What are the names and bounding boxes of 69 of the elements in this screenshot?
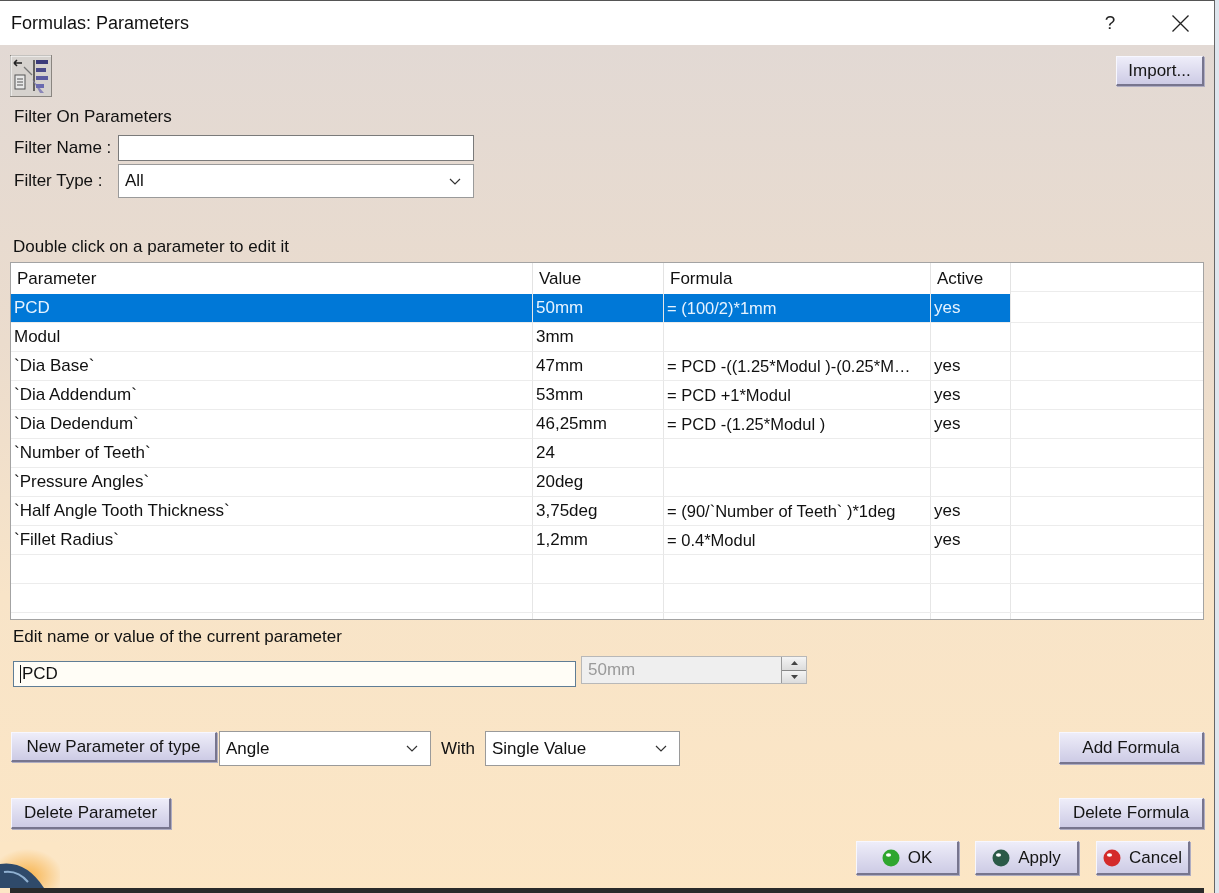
table-cell: = (100/2)*1mm bbox=[667, 298, 777, 318]
table-row[interactable]: `Number of Teeth` 24 bbox=[11, 439, 1011, 468]
table-caption: Double click on a parameter to edit it bbox=[13, 236, 290, 258]
filter-name-label: Filter Name : bbox=[14, 138, 113, 158]
tree-list-icon bbox=[10, 55, 52, 97]
table-cell: = 0.4*Modul bbox=[667, 530, 756, 550]
table-row[interactable]: PCD 50mm = (100/2)*1mm yes bbox=[11, 294, 1011, 323]
table-cell: Modul bbox=[14, 327, 61, 347]
table-cell: `Dia Base` bbox=[14, 356, 95, 376]
filter-heading: Filter On Parameters bbox=[14, 106, 173, 128]
table-cell: `Dia Dedendum` bbox=[14, 414, 139, 434]
table-cell: `Fillet Radius` bbox=[14, 530, 119, 550]
add-formula-button[interactable]: Add Formula bbox=[1059, 732, 1204, 764]
table-row[interactable]: Modul 3mm bbox=[11, 323, 1011, 352]
table-cell: = PCD +1*Modul bbox=[667, 385, 791, 405]
table-row[interactable]: `Fillet Radius` 1,2mm = 0.4*Modul yes bbox=[11, 526, 1011, 555]
table-cell: 24 bbox=[536, 443, 555, 463]
table-cell: 3mm bbox=[536, 327, 574, 347]
with-label: With bbox=[441, 738, 475, 760]
dialog-button[interactable]: Cancel bbox=[1096, 841, 1190, 875]
dialog-button[interactable]: Apply bbox=[975, 841, 1079, 875]
delete-formula-button[interactable]: Delete Formula bbox=[1059, 798, 1204, 829]
text-cursor-icon bbox=[20, 665, 21, 683]
filter-name-field[interactable] bbox=[118, 135, 474, 161]
table-cell: 1,2mm bbox=[536, 530, 588, 550]
close-icon bbox=[1171, 14, 1189, 32]
table-row[interactable]: `Dia Addendum` 53mm = PCD +1*Modul yes bbox=[11, 381, 1011, 410]
table-cell: = PCD -((1.25*Modul )-(0.25*M… bbox=[667, 356, 911, 376]
table-cell: PCD bbox=[14, 298, 50, 318]
table-cell: `Number of Teeth` bbox=[14, 443, 151, 463]
parameter-type-dropdown[interactable]: Angle bbox=[219, 731, 431, 766]
value-type-dropdown[interactable]: Single Value bbox=[485, 731, 680, 766]
chevron-down-icon bbox=[406, 745, 418, 752]
arrow-down-icon bbox=[790, 674, 798, 679]
chevron-down-icon bbox=[449, 177, 461, 185]
table-cell: 3,75deg bbox=[536, 501, 598, 521]
table-row[interactable]: `Dia Base` 47mm = PCD -((1.25*Modul )-(0.25*M… yes bbox=[11, 352, 1011, 381]
table-cell: 53mm bbox=[536, 385, 584, 405]
table-row[interactable]: `Half Angle Tooth Thickness` 3,75deg = (90/`Number of Teeth` )*1deg yes bbox=[11, 497, 1011, 526]
table-cell: 46,25mm bbox=[536, 414, 607, 434]
filter-type-label: Filter Type : bbox=[14, 171, 104, 191]
table-cell: 47mm bbox=[536, 356, 584, 376]
table-cell: yes bbox=[934, 356, 961, 376]
editor-caption: Edit name or value of the current parameter bbox=[13, 626, 343, 648]
window-title: Formulas: Parameters bbox=[11, 12, 190, 34]
dialog-button[interactable]: OK bbox=[856, 841, 959, 875]
table-cell: `Pressure Angles` bbox=[14, 472, 150, 492]
help-button[interactable]: ? bbox=[1087, 3, 1133, 43]
table-cell: `Dia Addendum` bbox=[14, 385, 137, 405]
table-cell: `Half Angle Tooth Thickness` bbox=[14, 501, 230, 521]
table-cell: yes bbox=[934, 501, 961, 521]
table-cell: yes bbox=[934, 298, 961, 318]
table-cell: = (90/`Number of Teeth` )*1deg bbox=[667, 501, 896, 521]
table-cell: yes bbox=[934, 414, 961, 434]
table-row[interactable]: `Pressure Angles` 20deg bbox=[11, 468, 1011, 497]
new-parameter-button[interactable]: New Parameter of type bbox=[11, 732, 217, 762]
table-cell: yes bbox=[934, 530, 961, 550]
import-button[interactable]: Import... bbox=[1116, 56, 1204, 86]
arrow-up-icon bbox=[790, 661, 798, 666]
table-cell: yes bbox=[934, 385, 961, 405]
name-field[interactable]: PCD bbox=[13, 661, 576, 687]
filter-type-dropdown[interactable]: All bbox=[118, 164, 474, 198]
delete-parameter-button[interactable]: Delete Parameter bbox=[11, 798, 171, 829]
table-cell: 20deg bbox=[536, 472, 584, 492]
table-row[interactable]: `Dia Dedendum` 46,25mm = PCD -(1.25*Modul ) yes bbox=[11, 410, 1011, 439]
chevron-down-icon bbox=[655, 745, 667, 752]
toolbar-button[interactable] bbox=[10, 55, 52, 97]
table-cell: 50mm bbox=[536, 298, 584, 318]
table-cell: = PCD -(1.25*Modul ) bbox=[667, 414, 826, 434]
